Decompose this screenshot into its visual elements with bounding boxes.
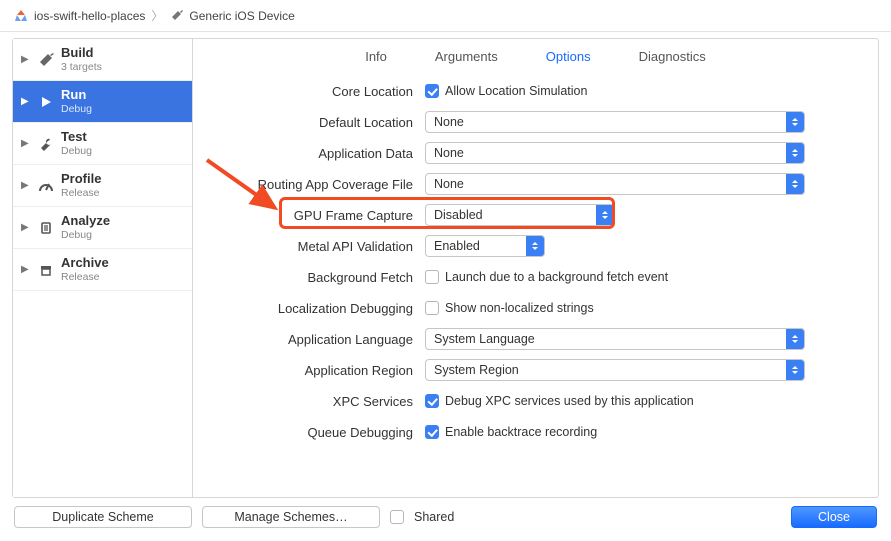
select-value: Disabled	[434, 208, 483, 222]
label-queue-debugging: Queue Debugging	[215, 425, 425, 440]
options-panel: Info Arguments Options Diagnostics Core …	[193, 39, 878, 497]
checkbox-queue-debugging[interactable]	[425, 425, 439, 439]
select-arrows-icon	[786, 112, 804, 132]
breadcrumb: ios-swift-hello-places 〉 Generic iOS Dev…	[0, 0, 891, 32]
close-button[interactable]: Close	[791, 506, 877, 528]
manage-schemes-button[interactable]: Manage Schemes…	[202, 506, 380, 528]
disclosure-triangle-icon[interactable]: ▶	[21, 264, 31, 275]
gauge-icon	[37, 178, 55, 194]
tab-options[interactable]: Options	[546, 47, 591, 66]
tab-info[interactable]: Info	[365, 47, 387, 66]
breadcrumb-target[interactable]: Generic iOS Device	[189, 9, 294, 23]
select-arrows-icon	[786, 174, 804, 194]
label-core-location: Core Location	[215, 84, 425, 99]
sidebar-item-sub: 3 targets	[61, 61, 102, 73]
breadcrumb-project[interactable]: ios-swift-hello-places	[34, 9, 145, 23]
sidebar-item-label: Run	[61, 88, 92, 103]
sidebar-item-profile[interactable]: ▶ Profile Release	[13, 165, 192, 207]
sidebar-item-sub: Release	[61, 271, 109, 283]
checkbox-xpc-services[interactable]	[425, 394, 439, 408]
label-gpu-frame-capture: GPU Frame Capture	[215, 208, 425, 223]
select-arrows-icon	[786, 143, 804, 163]
disclosure-triangle-icon[interactable]: ▶	[21, 54, 31, 65]
label-default-location: Default Location	[215, 115, 425, 130]
hammer-icon	[169, 9, 183, 23]
select-gpu-frame-capture[interactable]: Disabled	[425, 204, 615, 226]
select-default-location[interactable]: None	[425, 111, 805, 133]
tab-arguments[interactable]: Arguments	[435, 47, 498, 66]
sidebar-item-label: Archive	[61, 256, 109, 271]
select-metal-validation[interactable]: Enabled	[425, 235, 545, 257]
label-xpc-services: XPC Services	[215, 394, 425, 409]
sidebar-item-build[interactable]: ▶ Build 3 targets	[13, 39, 192, 81]
select-arrows-icon	[596, 205, 614, 225]
sidebar-item-run[interactable]: ▶ Run Debug	[13, 81, 192, 123]
sidebar-item-label: Analyze	[61, 214, 110, 229]
checkbox-label: Enable backtrace recording	[445, 425, 597, 439]
tabs: Info Arguments Options Diagnostics	[215, 47, 856, 66]
checkbox-localization-debugging[interactable]	[425, 301, 439, 315]
analyze-icon	[37, 220, 55, 236]
sidebar-item-archive[interactable]: ▶ Archive Release	[13, 249, 192, 291]
hammer-icon	[37, 52, 55, 68]
app-icon	[14, 9, 28, 23]
checkbox-label: Show non-localized strings	[445, 301, 594, 315]
sidebar-item-sub: Debug	[61, 145, 92, 157]
label-application-data: Application Data	[215, 146, 425, 161]
select-value: System Language	[434, 332, 535, 346]
select-value: Enabled	[434, 239, 480, 253]
select-arrows-icon	[786, 329, 804, 349]
select-arrows-icon	[526, 236, 544, 256]
checkbox-label: Shared	[414, 510, 454, 524]
checkbox-background-fetch[interactable]	[425, 270, 439, 284]
disclosure-triangle-icon[interactable]: ▶	[21, 96, 31, 107]
checkbox-label: Debug XPC services used by this applicat…	[445, 394, 694, 408]
scheme-sidebar: ▶ Build 3 targets ▶ Run Debug ▶ Test Deb…	[13, 39, 193, 497]
select-value: None	[434, 146, 464, 160]
select-value: None	[434, 115, 464, 129]
label-application-region: Application Region	[215, 363, 425, 378]
select-application-language[interactable]: System Language	[425, 328, 805, 350]
checkbox-shared[interactable]	[390, 510, 404, 524]
select-value: None	[434, 177, 464, 191]
select-routing-file[interactable]: None	[425, 173, 805, 195]
select-arrows-icon	[786, 360, 804, 380]
play-icon	[37, 94, 55, 110]
chevron-right-icon: 〉	[151, 7, 163, 24]
archive-icon	[37, 262, 55, 278]
sidebar-item-test[interactable]: ▶ Test Debug	[13, 123, 192, 165]
label-application-language: Application Language	[215, 332, 425, 347]
label-localization-debugging: Localization Debugging	[215, 301, 425, 316]
sidebar-item-label: Test	[61, 130, 92, 145]
sidebar-item-label: Profile	[61, 172, 101, 187]
select-application-data[interactable]: None	[425, 142, 805, 164]
sidebar-item-sub: Release	[61, 187, 101, 199]
dialog-footer: Duplicate Scheme Manage Schemes… Shared …	[0, 498, 891, 536]
sidebar-item-analyze[interactable]: ▶ Analyze Debug	[13, 207, 192, 249]
duplicate-scheme-button[interactable]: Duplicate Scheme	[14, 506, 192, 528]
label-metal-validation: Metal API Validation	[215, 239, 425, 254]
checkbox-label: Allow Location Simulation	[445, 84, 587, 98]
disclosure-triangle-icon[interactable]: ▶	[21, 138, 31, 149]
sidebar-item-sub: Debug	[61, 229, 110, 241]
disclosure-triangle-icon[interactable]: ▶	[21, 222, 31, 233]
select-value: System Region	[434, 363, 519, 377]
checkbox-label: Launch due to a background fetch event	[445, 270, 668, 284]
wrench-icon	[37, 136, 55, 152]
tab-diagnostics[interactable]: Diagnostics	[639, 47, 706, 66]
sidebar-item-label: Build	[61, 46, 102, 61]
label-background-fetch: Background Fetch	[215, 270, 425, 285]
checkbox-allow-location[interactable]	[425, 84, 439, 98]
select-application-region[interactable]: System Region	[425, 359, 805, 381]
label-routing: Routing App Coverage File	[215, 177, 425, 192]
disclosure-triangle-icon[interactable]: ▶	[21, 180, 31, 191]
sidebar-item-sub: Debug	[61, 103, 92, 115]
